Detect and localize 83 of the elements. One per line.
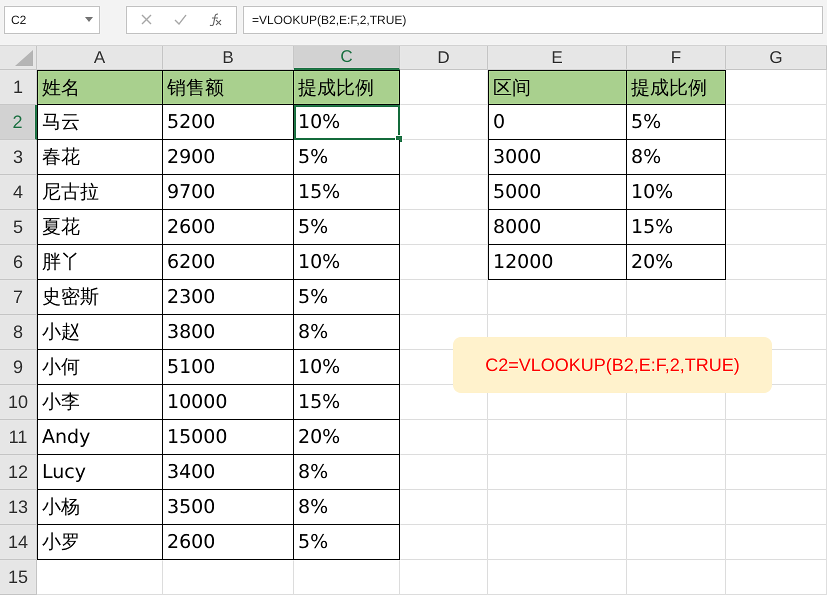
table-cell[interactable]: 马云 — [37, 105, 163, 140]
row-header[interactable]: 7 — [0, 280, 37, 315]
header-cell[interactable]: 姓名 — [37, 70, 163, 105]
table-cell[interactable]: 15% — [294, 385, 400, 420]
table-cell[interactable]: 5% — [294, 525, 400, 560]
table-cell[interactable]: 8% — [294, 315, 400, 350]
table-cell[interactable]: 3800 — [163, 315, 294, 350]
table-cell[interactable]: 15% — [627, 210, 726, 245]
table-cell[interactable]: 3000 — [488, 140, 627, 175]
table-cell[interactable]: 5% — [294, 210, 400, 245]
table-cell[interactable]: 春花 — [37, 140, 163, 175]
table-cell[interactable]: 8000 — [488, 210, 627, 245]
table-cell[interactable]: 20% — [627, 245, 726, 280]
table-cell[interactable]: 3400 — [163, 455, 294, 490]
column-header[interactable]: G — [726, 46, 827, 70]
table-cell[interactable]: 8% — [294, 455, 400, 490]
table-cell[interactable]: 10% — [294, 245, 400, 280]
row-header[interactable]: 12 — [0, 455, 37, 490]
row-header[interactable]: 8 — [0, 315, 37, 350]
table-cell[interactable]: 尼古拉 — [37, 175, 163, 210]
header-cell[interactable]: 提成比例 — [294, 70, 400, 105]
row-header[interactable]: 9 — [0, 350, 37, 385]
table-cell[interactable]: 0 — [488, 105, 627, 140]
header-cell[interactable]: 区间 — [488, 70, 627, 105]
table-cell[interactable]: 5200 — [163, 105, 294, 140]
table-cell[interactable]: 小李 — [37, 385, 163, 420]
row-header[interactable]: 6 — [0, 245, 37, 280]
table-cell[interactable]: 10000 — [163, 385, 294, 420]
table-cell[interactable]: 10% — [627, 175, 726, 210]
name-box[interactable]: C2 — [4, 6, 100, 34]
table-cell[interactable]: 小赵 — [37, 315, 163, 350]
column-header[interactable]: F — [627, 46, 726, 70]
row-header[interactable]: 1 — [0, 70, 37, 105]
table-cell[interactable]: 15000 — [163, 420, 294, 455]
row-header[interactable]: 11 — [0, 420, 37, 455]
table-cell[interactable]: 2900 — [163, 140, 294, 175]
formula-field[interactable]: =VLOOKUP(B2,E:F,2,TRUE) — [243, 6, 823, 34]
table-cell[interactable]: 2300 — [163, 280, 294, 315]
table-cell[interactable]: 5100 — [163, 350, 294, 385]
function-icon[interactable] — [209, 13, 222, 26]
table-cell[interactable]: 2600 — [163, 210, 294, 245]
column-header[interactable]: B — [163, 46, 294, 70]
table-cell[interactable]: Andy — [37, 420, 163, 455]
column-header[interactable]: C — [294, 46, 400, 70]
table-cell[interactable]: Lucy — [37, 455, 163, 490]
table-cell[interactable]: 5% — [294, 280, 400, 315]
formula-callout: C2=VLOOKUP(B2,E:F,2,TRUE) — [453, 337, 772, 393]
table-cell[interactable]: 15% — [294, 175, 400, 210]
column-header[interactable]: E — [488, 46, 627, 70]
column-header[interactable]: D — [400, 46, 488, 70]
table-cell[interactable]: 小何 — [37, 350, 163, 385]
table-cell[interactable]: 20% — [294, 420, 400, 455]
row-header[interactable]: 4 — [0, 175, 37, 210]
column-header[interactable]: A — [37, 46, 163, 70]
table-cell[interactable]: 10% — [294, 105, 400, 140]
table-cell[interactable]: 9700 — [163, 175, 294, 210]
table-cell[interactable]: 5000 — [488, 175, 627, 210]
check-icon[interactable] — [174, 14, 187, 25]
header-cell[interactable]: 提成比例 — [627, 70, 726, 105]
row-header[interactable]: 10 — [0, 385, 37, 420]
row-header[interactable]: 14 — [0, 525, 37, 560]
row-header[interactable]: 3 — [0, 140, 37, 175]
table-cell[interactable]: 6200 — [163, 245, 294, 280]
table-cell[interactable]: 5% — [627, 105, 726, 140]
table-cell[interactable]: 5% — [294, 140, 400, 175]
table-cell[interactable]: 2600 — [163, 525, 294, 560]
table-cell[interactable]: 小杨 — [37, 490, 163, 525]
cancel-icon[interactable] — [141, 14, 152, 25]
row-header[interactable]: 2 — [0, 105, 37, 140]
table-cell[interactable]: 史密斯 — [37, 280, 163, 315]
table-cell[interactable]: 胖丫 — [37, 245, 163, 280]
row-header[interactable]: 15 — [0, 560, 37, 595]
table-cell[interactable]: 8% — [627, 140, 726, 175]
table-cell[interactable]: 夏花 — [37, 210, 163, 245]
dropdown-caret-icon[interactable] — [85, 17, 93, 22]
table-cell[interactable]: 8% — [294, 490, 400, 525]
row-header[interactable]: 5 — [0, 210, 37, 245]
table-cell[interactable]: 3500 — [163, 490, 294, 525]
table-cell[interactable]: 12000 — [488, 245, 627, 280]
header-cell[interactable]: 销售额 — [163, 70, 294, 105]
row-header[interactable]: 13 — [0, 490, 37, 525]
table-cell[interactable]: 10% — [294, 350, 400, 385]
table-cell[interactable]: 小罗 — [37, 525, 163, 560]
